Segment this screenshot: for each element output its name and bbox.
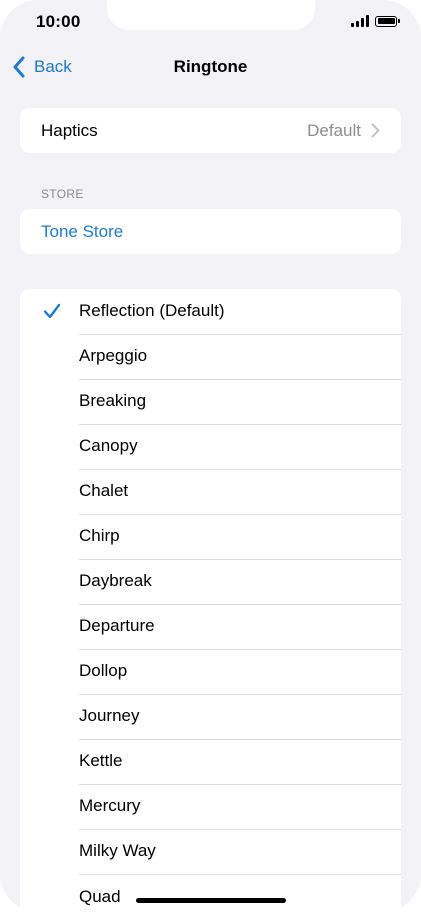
ringtone-label: Arpeggio xyxy=(79,334,401,380)
ringtone-row[interactable]: Canopy xyxy=(20,424,401,470)
ringtone-label: Canopy xyxy=(79,424,401,470)
haptics-group: Haptics Default xyxy=(20,108,401,153)
ringtone-label: Daybreak xyxy=(79,559,401,605)
phone-screen: 10:00 Back Ringtone Haptics Default STOR… xyxy=(0,0,421,912)
ringtone-row[interactable]: Journey xyxy=(20,694,401,740)
ringtone-label: Breaking xyxy=(79,379,401,425)
status-icons xyxy=(351,15,400,27)
ringtone-row[interactable]: Breaking xyxy=(20,379,401,425)
ringtone-row[interactable]: Daybreak xyxy=(20,559,401,605)
ringtone-label: Departure xyxy=(79,604,401,650)
ringtone-row[interactable]: Chalet xyxy=(20,469,401,515)
chevron-right-icon xyxy=(371,123,380,138)
store-section-header: STORE xyxy=(41,187,84,201)
ringtone-label: Kettle xyxy=(79,739,401,785)
cellular-signal-icon xyxy=(351,15,369,27)
ringtone-label: Chalet xyxy=(79,469,401,515)
battery-icon xyxy=(375,15,400,27)
status-time: 10:00 xyxy=(36,12,81,31)
checkmark-icon xyxy=(43,303,61,319)
ringtone-row[interactable]: Dollop xyxy=(20,649,401,695)
ringtone-label: Reflection (Default) xyxy=(79,289,401,335)
ringtone-row[interactable]: Reflection (Default) xyxy=(20,289,401,335)
navigation-bar: Back Ringtone xyxy=(0,44,421,90)
ringtone-row[interactable]: Quad xyxy=(20,874,401,912)
haptics-row[interactable]: Haptics Default xyxy=(20,108,401,153)
ringtone-row[interactable]: Milky Way xyxy=(20,829,401,875)
store-group: Tone Store xyxy=(20,209,401,254)
haptics-value: Default xyxy=(307,120,361,140)
ringtone-row[interactable]: Mercury xyxy=(20,784,401,830)
ringtone-row[interactable]: Chirp xyxy=(20,514,401,560)
ringtone-row[interactable]: Kettle xyxy=(20,739,401,785)
ringtone-label: Chirp xyxy=(79,514,401,560)
ringtone-list: Reflection (Default) Arpeggio Breaking Cano… xyxy=(20,289,401,912)
home-indicator[interactable] xyxy=(136,898,286,903)
page-title: Ringtone xyxy=(173,57,248,76)
ringtone-label: Quad xyxy=(79,886,121,906)
status-bar: 10:00 xyxy=(0,0,421,44)
ringtone-label: Mercury xyxy=(79,784,401,830)
haptics-label: Haptics xyxy=(41,120,98,140)
ringtone-label: Milky Way xyxy=(79,829,401,875)
tone-store-link[interactable]: Tone Store xyxy=(20,209,401,254)
ringtone-label: Journey xyxy=(79,694,401,740)
ringtone-label: Dollop xyxy=(79,649,401,695)
ringtone-row[interactable]: Arpeggio xyxy=(20,334,401,380)
ringtone-row[interactable]: Departure xyxy=(20,604,401,650)
